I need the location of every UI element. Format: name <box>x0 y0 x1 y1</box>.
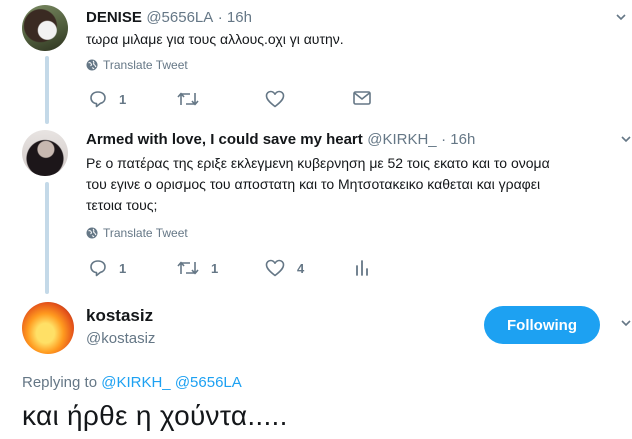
retweet-count: 1 <box>211 260 219 276</box>
mention-link[interactable]: @5656LA <box>175 374 242 391</box>
direct-message-button[interactable] <box>353 90 371 106</box>
replying-prefix: Replying to <box>22 374 98 391</box>
globe-icon <box>86 227 98 239</box>
reply-count: 1 <box>119 260 127 276</box>
analytics-icon <box>355 259 369 277</box>
like-button[interactable] <box>265 90 297 108</box>
reply-icon <box>89 90 107 108</box>
like-button[interactable]: 4 <box>265 259 304 277</box>
display-name[interactable]: DENISE <box>86 9 142 26</box>
translate-label: Translate Tweet <box>103 226 188 240</box>
tweet-text: τωρα μιλαμε για τους αλλους.οχι γι αυτην… <box>86 29 344 50</box>
tweet-text-line: τετοια τους; <box>86 197 158 213</box>
user-handle[interactable]: @KIRKH_ <box>367 131 436 148</box>
chevron-down-icon[interactable] <box>621 136 631 146</box>
retweet-icon <box>177 90 199 108</box>
like-icon <box>265 90 285 108</box>
user-handle[interactable]: @5656LA <box>146 9 213 26</box>
retweet-button[interactable] <box>177 90 211 108</box>
reply-count: 1 <box>119 91 127 107</box>
tweet-text-line: του εγινε ο ορισμος του αποστατη και το … <box>86 176 541 192</box>
reply-button[interactable]: 1 <box>89 259 126 277</box>
tweet-text-line: τωρα μιλαμε για τους αλλους.οχι γι αυτην… <box>86 31 344 47</box>
user-handle[interactable]: @kostasiz <box>86 330 155 347</box>
thread-line <box>45 182 49 294</box>
mention-link[interactable]: @KIRKH_ <box>101 374 170 391</box>
display-name[interactable]: Armed with love, I could save my heart <box>86 131 363 148</box>
tweet-time[interactable]: · 16h <box>218 9 252 26</box>
tweet-text-line: Ρε ο πατέρας της εριξε εκλεγμενη κυβερνη… <box>86 155 550 171</box>
translate-tweet-link[interactable]: Translate Tweet <box>86 226 188 240</box>
tweet-header: DENISE @5656LA · 16h <box>86 9 252 27</box>
main-tweet-header: kostasiz <box>86 306 153 326</box>
reply-button[interactable]: 1 <box>89 90 126 108</box>
chevron-down-icon[interactable] <box>616 14 626 24</box>
globe-icon <box>86 59 98 71</box>
avatar[interactable] <box>22 302 74 354</box>
dm-icon <box>353 90 371 106</box>
retweet-button[interactable]: 1 <box>177 259 218 277</box>
retweet-icon <box>177 259 199 277</box>
avatar[interactable] <box>22 5 68 51</box>
replying-to: Replying to @KIRKH_ @5656LA <box>22 374 242 391</box>
tweet-time[interactable]: · 16h <box>441 131 475 148</box>
display-name[interactable]: kostasiz <box>86 306 153 326</box>
reply-icon <box>89 259 107 277</box>
like-count: 4 <box>297 260 305 276</box>
avatar[interactable] <box>22 130 68 176</box>
translate-tweet-link[interactable]: Translate Tweet <box>86 58 188 72</box>
chevron-down-icon[interactable] <box>621 320 631 330</box>
thread-line <box>45 56 49 124</box>
following-button[interactable]: Following <box>484 306 600 344</box>
main-tweet-text: και ήρθε η χούντα..... <box>22 400 288 431</box>
tweet-header: Armed with love, I could save my heart @… <box>86 131 475 149</box>
tweet-text: Ρε ο πατέρας της εριξε εκλεγμενη κυβερνη… <box>86 153 550 216</box>
analytics-button[interactable] <box>355 259 369 277</box>
main-tweet-handle-row: @kostasiz <box>86 330 155 347</box>
like-icon <box>265 259 285 277</box>
translate-label: Translate Tweet <box>103 58 188 72</box>
